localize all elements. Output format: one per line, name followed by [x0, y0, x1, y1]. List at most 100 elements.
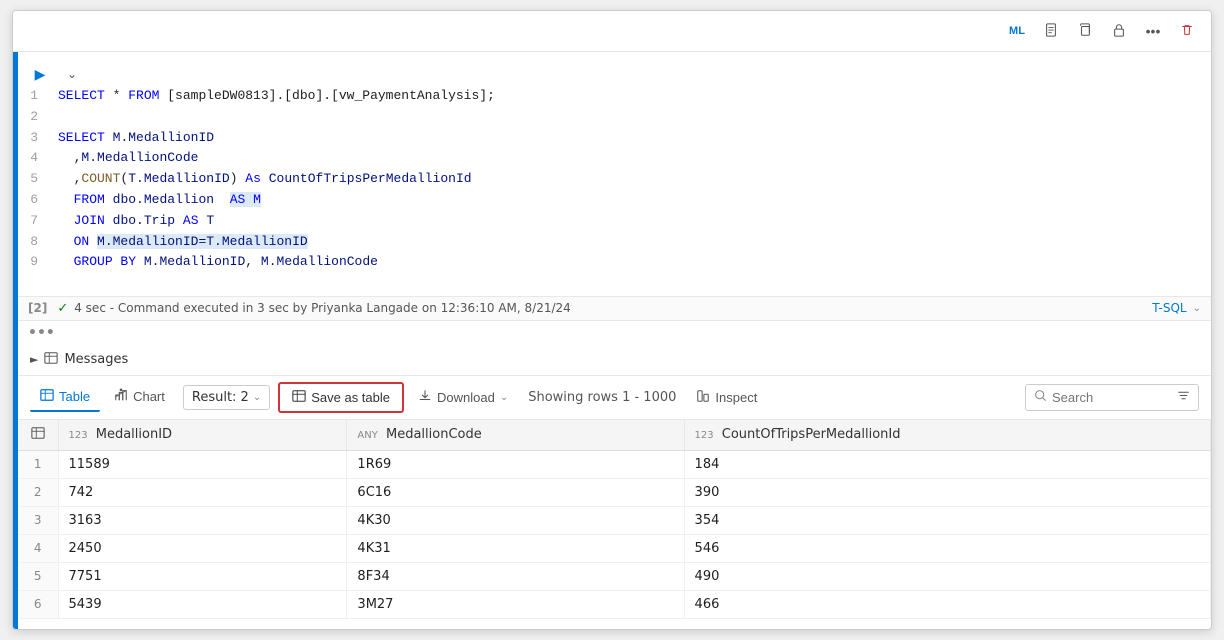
ml-button[interactable]: ML — [1003, 17, 1031, 45]
code-line-3: 3 SELECT M.MedallionID — [18, 128, 1201, 149]
search-icon — [1034, 389, 1047, 406]
table-row: 4 2450 4K31 546 — [18, 534, 1211, 562]
language-indicator: T-SQL — [1152, 301, 1186, 315]
medallion-id-cell: 2450 — [58, 534, 347, 562]
status-check-icon: ✓ — [57, 301, 68, 316]
count-trips-cell: 354 — [684, 506, 1210, 534]
more-icon: ••• — [1146, 23, 1161, 39]
lang-chevron-icon: ⌄ — [1193, 303, 1201, 314]
chart-tab-label: Chart — [133, 389, 165, 404]
inspect-label: Inspect — [715, 390, 757, 405]
save-table-icon — [292, 389, 306, 406]
code-editor: 1 SELECT * FROM [sampleDW0813].[dbo].[vw… — [18, 86, 1211, 296]
table-row: 5 7751 8F34 490 — [18, 562, 1211, 590]
row-number-cell: 6 — [18, 590, 58, 618]
medallion-code-cell: 6C16 — [347, 478, 684, 506]
delete-icon — [1180, 23, 1194, 40]
notebook-icon-btn[interactable] — [1037, 17, 1065, 45]
row-number-header — [18, 420, 58, 451]
medallion-code-header: ANY MedallionCode — [347, 420, 684, 451]
count-trips-cell: 466 — [684, 590, 1210, 618]
lock-icon-btn[interactable] — [1105, 17, 1133, 45]
result-select[interactable]: Result: 2 ⌄ — [183, 385, 270, 410]
lock-icon — [1112, 23, 1126, 40]
status-bar: [2] ✓ 4 sec - Command executed in 3 sec … — [18, 296, 1211, 321]
download-label: Download — [437, 390, 495, 405]
code-line-6: 6 FROM dbo.Medallion AS M — [18, 190, 1201, 211]
chart-tab-icon — [114, 388, 128, 405]
code-lines: 1 SELECT * FROM [sampleDW0813].[dbo].[vw… — [18, 86, 1201, 273]
code-line-7: 7 JOIN dbo.Trip AS T — [18, 211, 1201, 232]
collapse-button[interactable]: ⌄ — [60, 62, 84, 86]
download-button[interactable]: Download ⌄ — [408, 384, 518, 411]
count-trips-header: 123 CountOfTripsPerMedallionId — [684, 420, 1210, 451]
table-row: 6 5439 3M27 466 — [18, 590, 1211, 618]
chart-tab[interactable]: Chart — [104, 383, 175, 412]
row-number-cell: 1 — [18, 450, 58, 478]
medallion-code-cell: 1R69 — [347, 450, 684, 478]
row-number-cell: 3 — [18, 506, 58, 534]
medallion-code-cell: 8F34 — [347, 562, 684, 590]
download-chevron-icon: ⌄ — [500, 392, 508, 403]
medallion-id-cell: 742 — [58, 478, 347, 506]
medallion-code-col-label: MedallionCode — [386, 427, 482, 442]
inspect-button[interactable]: Inspect — [686, 384, 767, 411]
result-select-label: Result: 2 — [192, 390, 249, 405]
medallion-id-col-label: MedallionID — [96, 427, 172, 442]
delete-icon-btn[interactable] — [1173, 17, 1201, 45]
medallion-id-cell: 7751 — [58, 562, 347, 590]
top-toolbar: ML — [13, 11, 1211, 52]
more-icon-btn[interactable]: ••• — [1139, 17, 1167, 45]
notebook-icon — [1044, 23, 1058, 40]
save-as-table-button[interactable]: Save as table — [278, 382, 404, 413]
table-row: 3 3163 4K30 354 — [18, 506, 1211, 534]
row-number-cell: 5 — [18, 562, 58, 590]
table-header-row: 123 MedallionID ANY MedallionCode 123 Co… — [18, 420, 1211, 451]
filter-icon — [1177, 390, 1190, 405]
ml-icon: ML — [1009, 25, 1025, 37]
download-icon — [418, 389, 432, 406]
medallion-code-cell: 4K30 — [347, 506, 684, 534]
run-icon: ▶ — [35, 66, 46, 83]
table-tab[interactable]: Table — [30, 383, 100, 412]
code-line-1: 1 SELECT * FROM [sampleDW0813].[dbo].[vw… — [18, 86, 1201, 107]
search-box[interactable] — [1025, 384, 1199, 411]
count-trips-cell: 390 — [684, 478, 1210, 506]
code-line-2: 2 — [18, 107, 1201, 128]
filter-icon-btn[interactable] — [1177, 389, 1190, 405]
data-table-container: 123 MedallionID ANY MedallionCode 123 Co… — [18, 419, 1211, 630]
code-line-9: 9 GROUP BY M.MedallionID, M.MedallionCod… — [18, 252, 1201, 273]
run-button[interactable]: ▶ — [28, 62, 52, 86]
status-message: 4 sec - Command executed in 3 sec by Pri… — [74, 301, 571, 315]
count-trips-cell: 546 — [684, 534, 1210, 562]
chevron-down-icon: ⌄ — [67, 67, 77, 81]
medallion-id-cell: 11589 — [58, 450, 347, 478]
save-table-label: Save as table — [311, 390, 390, 405]
main-window: ML — [12, 10, 1212, 630]
code-line-5: 5 ,COUNT(T.MedallionID) As CountOfTripsP… — [18, 169, 1201, 190]
table-tab-icon — [40, 388, 54, 405]
result-select-chevron: ⌄ — [253, 392, 261, 403]
editor-header: ▶ ⌄ — [18, 52, 1211, 86]
copy-icon — [1078, 23, 1092, 40]
inspect-icon — [696, 389, 710, 406]
row-number-cell: 4 — [18, 534, 58, 562]
count-trips-cell: 490 — [684, 562, 1210, 590]
messages-label: Messages — [64, 352, 128, 367]
search-input[interactable] — [1052, 390, 1172, 405]
results-toolbar: Table Chart Result: — [18, 375, 1211, 419]
main-content: ▶ ⌄ 1 SELECT * FROM [sampleDW0813].[dbo]… — [13, 52, 1211, 629]
table-row: 2 742 6C16 390 — [18, 478, 1211, 506]
table-row: 1 11589 1R69 184 — [18, 450, 1211, 478]
medallion-code-cell: 4K31 — [347, 534, 684, 562]
count-trips-col-label: CountOfTripsPerMedallionId — [722, 427, 901, 442]
editor-area: ▶ ⌄ 1 SELECT * FROM [sampleDW0813].[dbo]… — [18, 52, 1211, 629]
expand-icon: ► — [30, 353, 38, 366]
showing-rows-label: Showing rows 1 - 1000 — [528, 390, 676, 405]
code-line-8: 8 ON M.MedallionID=T.MedallionID — [18, 232, 1201, 253]
row-number-cell: 2 — [18, 478, 58, 506]
medallion-id-cell: 5439 — [58, 590, 347, 618]
copy-icon-btn[interactable] — [1071, 17, 1099, 45]
data-table: 123 MedallionID ANY MedallionCode 123 Co… — [18, 420, 1211, 619]
messages-section[interactable]: ► Messages — [18, 345, 1211, 375]
